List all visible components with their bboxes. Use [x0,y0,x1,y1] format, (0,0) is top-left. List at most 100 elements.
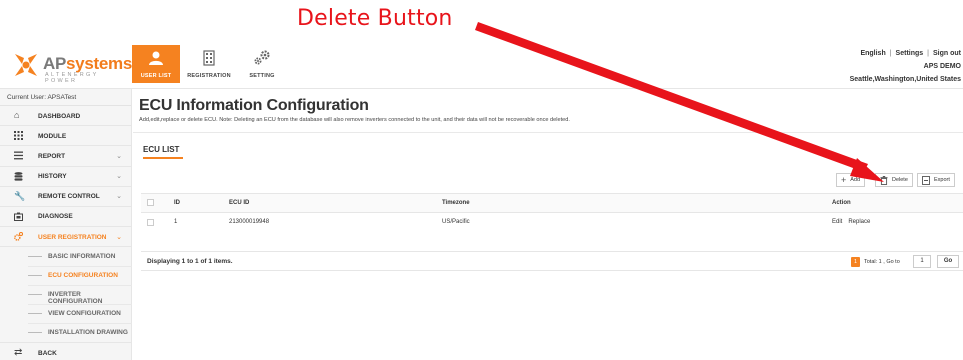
home-icon: ⌂ [14,110,20,120]
tree-line [28,256,42,258]
sidebar-item-label: MODULE [38,132,67,140]
divider [133,132,963,133]
sidebar-item-diagnose[interactable]: DIAGNOSE [0,207,131,228]
user-name: APS DEMO [923,63,961,70]
nav-registration[interactable]: REGISTRATION [180,45,238,83]
ecu-table: ID ECU ID Timezone Action 1 213000019948… [141,193,963,232]
wrench-icon: 🔧 [14,190,26,201]
grid-icon [14,131,23,141]
apsystems-logo[interactable]: APsystems ALTENERGY POWER [10,50,132,84]
delete-button-label: Delete [892,177,908,183]
sidebar-subitem-label: VIEW CONFIGURATION [48,310,121,318]
building-icon [203,50,215,66]
main-content: ECU Information Configuration Add,edit,r… [133,89,963,360]
sidebar-subitem-label: BASIC INFORMATION [48,253,116,261]
chevron-down-icon: ⌄ [116,233,122,241]
logo-tagline: ALTENERGY POWER [45,72,99,84]
report-icon [14,151,23,160]
tree-line [28,294,42,296]
account-area: English | Settings | Sign out APS DEMO Seatt… [850,47,961,86]
sidebar-item-label: DIAGNOSE [38,213,73,221]
export-icon [922,175,930,185]
column-header-timezone[interactable]: Timezone [436,193,826,213]
page-number-button[interactable]: 1 [851,257,860,267]
export-button-label: Export [934,177,950,183]
nav-setting[interactable]: SETTING [238,45,286,83]
add-button[interactable]: + Add [836,173,866,187]
table-header-row: ID ECU ID Timezone Action [141,193,963,213]
logo-wordmark: APsystems [43,54,132,73]
page-description: Add,edit,replace or delete ECU. Note: De… [139,117,570,123]
table-row[interactable]: 1 213000019948 US/Pacific Edit Replace [141,212,963,232]
sidebar-item-module[interactable]: MODULE [0,126,131,147]
goto-page-input[interactable]: 1 [913,255,931,268]
nav-user-list[interactable]: USER LIST [132,45,180,83]
chevron-down-icon: ⌄ [116,173,122,181]
sidebar-item-label: BACK [38,349,57,357]
database-icon [14,171,23,181]
cell-timezone: US/Pacific [436,212,826,232]
sidebar-item-label: REMOTE CONTROL [38,193,100,201]
sidebar-item-remote-control[interactable]: 🔧 REMOTE CONTROL ⌄ [0,187,131,207]
divider [28,266,132,268]
top-nav: USER LIST REGISTRATION SETTING [132,45,286,83]
tree-line [28,275,42,277]
select-all-cell [141,193,168,213]
cell-id: 1 [168,212,223,232]
sidebar-subitem-ecu-configuration[interactable]: ECU CONFIGURATION [0,266,132,285]
gears-icon [14,232,23,241]
sidebar-item-label: DASHBOARD [38,112,81,120]
sidebar-subitem-installation-drawing[interactable]: INSTALLATION DRAWING [0,323,132,342]
sidebar-item-label: USER REGISTRATION [38,233,107,241]
sidebar-subitem-label: INVERTER CONFIGURATION [48,291,103,306]
separator: | [927,50,929,57]
chevron-down-icon: ⌄ [116,152,122,160]
pagination-total: Total: 1 , Go to [864,259,900,265]
diagnose-icon [14,212,23,221]
select-all-checkbox[interactable] [147,199,154,207]
nav-user-list-label: USER LIST [140,73,172,79]
column-header-id[interactable]: ID [168,193,223,213]
annotation-label: Delete Button [297,6,453,31]
language-link[interactable]: English [860,50,885,57]
row-select-cell [141,212,168,232]
sidebar-subitem-inverter-configuration[interactable]: INVERTER CONFIGURATION [0,285,132,306]
sidebar-item-dashboard[interactable]: ⌂ DASHBOARD [0,106,131,127]
tree-line [28,313,42,315]
nav-setting-label: SETTING [249,73,275,79]
edit-link[interactable]: Edit [832,219,842,225]
column-header-ecu-id[interactable]: ECU ID [223,193,436,213]
pagination-summary: Displaying 1 to 1 of 1 items. [147,258,233,265]
divider [28,285,132,287]
user-location: Seattle,Washington,United States [849,76,961,83]
sidebar-item-report[interactable]: REPORT ⌄ [0,146,131,167]
sidebar-subitem-label: INSTALLATION DRAWING [48,329,128,337]
divider [28,323,132,325]
sign-out-link[interactable]: Sign out [933,50,961,57]
column-header-action: Action [826,193,963,213]
sidebar-item-label: REPORT [38,152,66,160]
sidebar-item-history[interactable]: HISTORY ⌄ [0,167,131,187]
go-button[interactable]: Go [937,255,959,268]
settings-link[interactable]: Settings [896,50,924,57]
gears-icon [254,50,270,65]
chevron-down-icon: ⌄ [116,193,122,201]
section-title: ECU LIST [143,145,180,154]
back-arrow-icon: ⇄ [14,347,23,359]
delete-button[interactable]: Delete [875,173,913,187]
plus-icon: + [841,174,847,185]
logo-mark-icon [15,54,37,76]
divider [28,304,132,306]
replace-link[interactable]: Replace [848,219,870,225]
sidebar-subitem-basic-information[interactable]: BASIC INFORMATION [0,247,131,266]
sidebar-item-label: HISTORY [38,173,67,181]
row-checkbox[interactable] [147,218,154,226]
export-button[interactable]: Export [917,173,955,187]
cell-actions: Edit Replace [826,212,963,232]
sidebar-item-user-registration[interactable]: USER REGISTRATION ⌄ [0,227,131,248]
trash-icon [880,175,888,185]
cell-ecu-id: 213000019948 [223,212,436,232]
sidebar-item-back[interactable]: ⇄ BACK [0,342,131,360]
sidebar-subitem-view-configuration[interactable]: VIEW CONFIGURATION [0,304,132,323]
sidebar: Current User: APSATest ⌂ DASHBOARD MODUL… [0,89,132,360]
